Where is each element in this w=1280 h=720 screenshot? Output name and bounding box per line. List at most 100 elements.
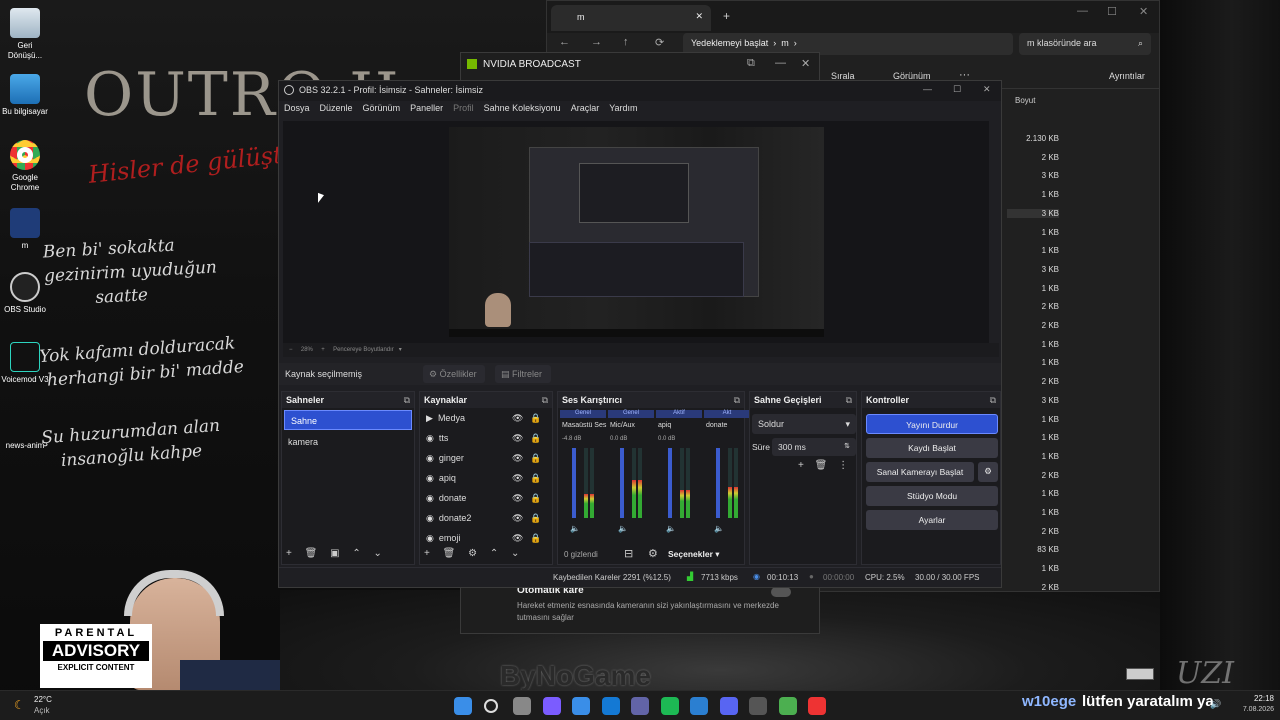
maximize-icon[interactable]: ☐ [953, 84, 961, 95]
properties-button[interactable]: ⚙ Özellikler [423, 365, 485, 383]
clock-date[interactable]: 7.08.2026 [1232, 706, 1274, 713]
close-icon[interactable]: ✕ [1139, 5, 1148, 18]
start-recording-button[interactable]: Kaydı Başlat [866, 438, 998, 458]
dock-float-icon[interactable]: ⧉ [734, 395, 740, 406]
source-item[interactable]: ◉ tts 👁 🔒 [420, 428, 552, 448]
store-icon[interactable] [572, 697, 590, 715]
filters-button[interactable]: ▤ Filtreler [495, 365, 551, 383]
search-icon[interactable] [483, 699, 498, 713]
volume-fader[interactable] [572, 448, 576, 518]
lock-icon[interactable]: 🔒 [530, 453, 541, 464]
chrome-taskbar-icon[interactable] [808, 697, 826, 715]
dock-float-icon[interactable]: ⧉ [846, 395, 852, 406]
visibility-icon[interactable]: 👁 [512, 453, 523, 464]
media-icon[interactable] [778, 697, 797, 715]
maximize-icon[interactable]: ☐ [1107, 5, 1117, 18]
close-icon[interactable]: ✕ [801, 57, 810, 70]
volume-icon[interactable]: 🔊 [1210, 699, 1221, 710]
menu-profile[interactable]: Profil [448, 101, 479, 115]
lock-icon[interactable]: 🔒 [530, 433, 541, 444]
duration-input[interactable]: 300 ms ⇅ [772, 438, 856, 456]
weather-temp[interactable]: 22°C [34, 695, 52, 704]
delete-icon[interactable]: 🗑 [305, 548, 318, 559]
menu-help[interactable]: Yardım [604, 101, 642, 115]
back-icon[interactable]: ← [559, 36, 570, 48]
explorer-tab[interactable]: m ✕ [551, 5, 711, 31]
popout-icon[interactable]: ⧉ [747, 57, 755, 70]
mixer-channel-name[interactable]: Masaüstü Ses [562, 422, 606, 429]
mixer-channel-name[interactable]: donate [706, 422, 727, 429]
chevron-down-icon[interactable]: ▾ [399, 347, 402, 353]
minimize-icon[interactable]: — [775, 57, 786, 69]
studio-mode-button[interactable]: Stüdyo Modu [866, 486, 998, 506]
scene-item[interactable]: kamera [282, 432, 414, 452]
settings-button[interactable]: Ayarlar [866, 510, 998, 530]
teams-icon[interactable] [631, 697, 649, 715]
add-icon[interactable]: + [798, 460, 804, 471]
outlook-icon[interactable] [601, 697, 620, 715]
lock-icon[interactable]: 🔒 [530, 413, 541, 424]
mixer-channel-name[interactable]: Mic/Aux [610, 422, 635, 429]
start-virtual-camera-button[interactable]: Sanal Kamerayı Başlat [866, 462, 974, 482]
close-tab-icon[interactable]: ✕ [695, 11, 703, 22]
delete-icon[interactable]: 🗑 [443, 548, 456, 559]
desktop-icon-news-anim[interactable]: news-anim [0, 428, 50, 451]
dock-float-icon[interactable]: ⧉ [990, 395, 996, 406]
spotify-icon[interactable] [660, 697, 679, 715]
zoom-out-icon[interactable]: − [289, 347, 293, 353]
details-button[interactable]: Ayrıntılar [1109, 71, 1145, 81]
lock-icon[interactable]: 🔒 [530, 533, 541, 544]
mixer-options-button[interactable]: Seçenekler ▾ [668, 549, 720, 560]
menu-view[interactable]: Görünüm [358, 101, 406, 115]
source-item[interactable]: ▶ Medya 👁 🔒 [420, 408, 552, 428]
weather-desc[interactable]: Açık [34, 706, 50, 715]
transition-select[interactable]: Soldur ▾ [752, 414, 856, 434]
close-icon[interactable]: ✕ [983, 84, 991, 95]
fit-to-window[interactable]: Pencereye Boyutlandır [333, 347, 394, 353]
zoom-in-icon[interactable]: + [321, 347, 325, 353]
visibility-icon[interactable]: 👁 [512, 533, 523, 544]
vscode-icon[interactable] [690, 697, 708, 715]
source-item[interactable]: ◉ donate 👁 🔒 [420, 488, 552, 508]
layout-icon[interactable]: ⊟ [624, 547, 633, 560]
lock-icon[interactable]: 🔒 [530, 493, 541, 504]
taskview-icon[interactable] [513, 697, 531, 715]
source-item[interactable]: ◉ donate2 👁 🔒 [420, 508, 552, 528]
move-down-icon[interactable]: ⌄ [374, 548, 382, 559]
scene-item[interactable]: Sahne [284, 410, 412, 430]
stop-streaming-button[interactable]: Yayını Durdur [866, 414, 998, 434]
minimize-icon[interactable]: — [923, 84, 932, 94]
advanced-audio-icon[interactable]: ⚙ [648, 547, 658, 560]
refresh-icon[interactable]: ⟳ [655, 36, 664, 49]
visibility-icon[interactable]: 👁 [512, 493, 523, 504]
visibility-icon[interactable]: 👁 [512, 413, 523, 424]
volume-fader[interactable] [668, 448, 672, 518]
desktop-icon-chrome[interactable]: Google Chrome [0, 140, 50, 193]
volume-fader[interactable] [716, 448, 720, 518]
new-tab-icon[interactable]: + [723, 9, 730, 23]
add-icon[interactable]: + [286, 548, 292, 559]
virtual-camera-settings-button[interactable]: ⚙ [978, 462, 998, 482]
move-up-icon[interactable]: ⌃ [352, 548, 360, 559]
breadcrumb-item[interactable]: m [781, 38, 789, 48]
menu-tools[interactable]: Araçlar [566, 101, 605, 115]
copilot-icon[interactable] [542, 697, 561, 715]
visibility-icon[interactable]: 👁 [512, 513, 523, 524]
lock-icon[interactable]: 🔒 [530, 473, 541, 484]
minimize-icon[interactable]: — [1077, 5, 1088, 17]
menu-edit[interactable]: Düzenle [315, 101, 358, 115]
desktop-icon-recycle-bin[interactable]: Geri Dönüşü... [0, 8, 50, 61]
move-up-icon[interactable]: ⌃ [490, 548, 498, 559]
mute-icon[interactable]: 🔈 [714, 524, 724, 533]
search-input[interactable]: m klasöründe ara ⌕ [1019, 33, 1151, 55]
visibility-icon[interactable]: 👁 [512, 473, 523, 484]
stepper-icon[interactable]: ⇅ [844, 442, 850, 450]
obs-taskbar-icon[interactable] [749, 697, 767, 715]
lock-icon[interactable]: 🔒 [530, 513, 541, 524]
desktop-icon-obs[interactable]: OBS Studio [0, 272, 50, 315]
source-item[interactable]: ◉ emoji 👁 🔒 [420, 528, 552, 548]
auto-frame-toggle[interactable] [771, 587, 791, 597]
dock-float-icon[interactable]: ⧉ [404, 395, 410, 406]
obs-preview-area[interactable] [283, 121, 989, 343]
discord-icon[interactable] [719, 697, 738, 715]
